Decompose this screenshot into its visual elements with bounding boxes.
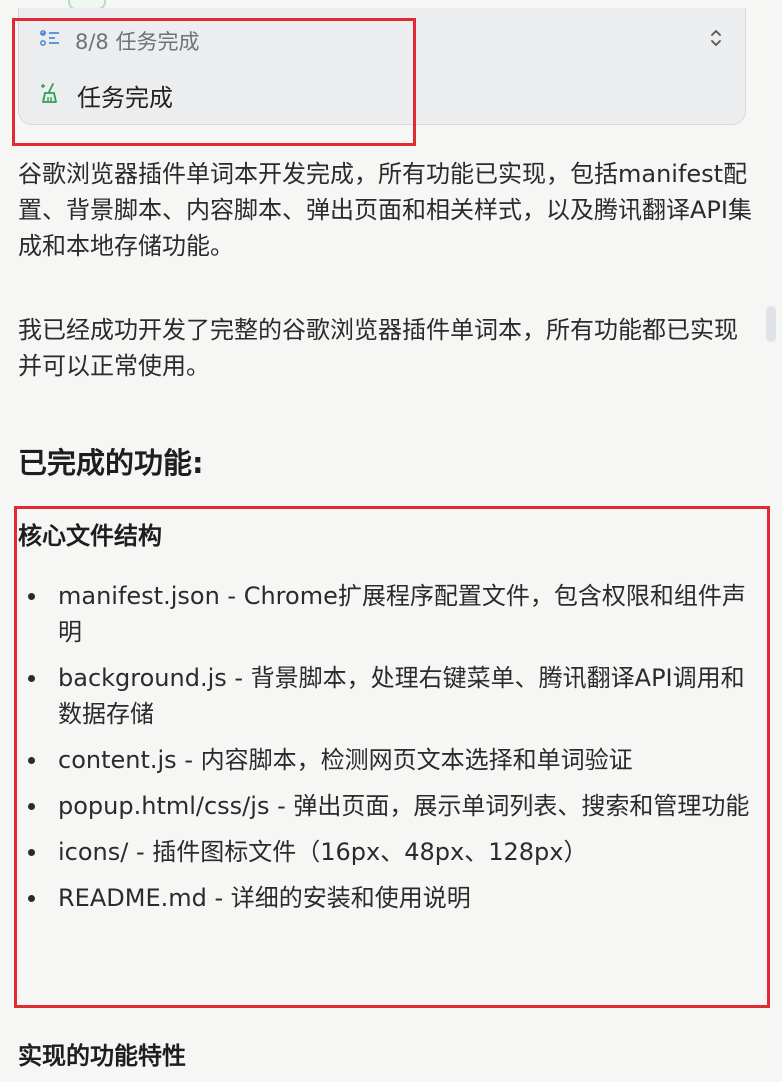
task-status-text: 任务完成 [77,84,173,112]
section-heading: 已完成的功能: [18,446,204,480]
checklist-icon [39,28,61,55]
list-item: README.md - 详细的安装和使用说明 [18,880,758,916]
broom-sparkle-icon [39,81,63,111]
scrollbar-thumb[interactable] [766,306,776,342]
features-heading: 实现的功能特性 [18,1042,186,1070]
core-files-list: manifest.json - Chrome扩展程序配置文件，包含权限和组件声明… [18,578,758,926]
task-progress-text: 8/8 任务完成 [75,30,200,54]
chat-response-panel: 8/8 任务完成 任务完成 谷歌浏览器插件单词本开发完成，所有功能已实现，包括m… [0,0,782,1082]
core-files-heading: 核心文件结构 [18,522,162,550]
list-item: background.js - 背景脚本，处理右键菜单、腾讯翻译API调用和数据… [18,660,758,732]
task-status-row: 任务完成 [39,78,173,113]
intro-paragraph: 我已经成功开发了完整的谷歌浏览器插件单词本，所有功能都已实现并可以正常使用。 [18,316,738,380]
task-progress-row[interactable]: 8/8 任务完成 [39,26,199,56]
task-progress-card[interactable]: 8/8 任务完成 任务完成 [18,8,746,125]
summary-paragraph: 谷歌浏览器插件单词本开发完成，所有功能已实现，包括manifest配置、背景脚本… [18,160,752,260]
chevron-up-down-icon[interactable] [705,24,727,52]
list-item: content.js - 内容脚本，检测网页文本选择和单词验证 [18,742,758,778]
list-item: manifest.json - Chrome扩展程序配置文件，包含权限和组件声明 [18,578,758,650]
list-item: popup.html/css/js - 弹出页面，展示单词列表、搜索和管理功能 [18,788,758,824]
list-item: icons/ - 插件图标文件（16px、48px、128px） [18,834,758,870]
